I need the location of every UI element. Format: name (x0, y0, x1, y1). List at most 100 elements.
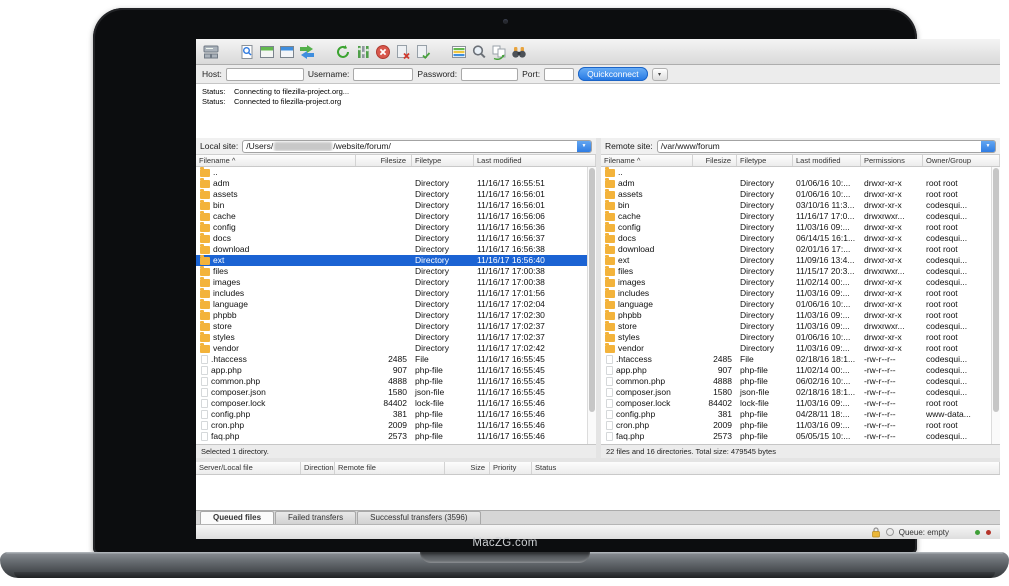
folder-row[interactable]: extDirectory11/09/16 13:4...drwxr-xr-xco… (601, 255, 991, 266)
cancel-icon[interactable] (373, 42, 393, 62)
folder-row[interactable]: binDirectory11/16/17 16:56:01 (196, 200, 587, 211)
folder-row[interactable]: filesDirectory11/15/17 20:3...drwxrwxr..… (601, 266, 991, 277)
quickconnect-dropdown-button[interactable] (652, 68, 668, 81)
column-header-priority[interactable]: Priority (490, 462, 532, 474)
folder-row[interactable]: binDirectory03/10/16 11:3...drwxr-xr-xco… (601, 200, 991, 211)
folder-row[interactable]: imagesDirectory11/02/14 00:...drwxr-xr-x… (601, 277, 991, 288)
folder-row[interactable]: stylesDirectory01/06/16 10:...drwxr-xr-x… (601, 332, 991, 343)
file-row[interactable]: cron.php2009php-file11/03/16 09:...-rw-r… (601, 420, 991, 431)
folder-row[interactable]: cacheDirectory11/16/17 16:56:06 (196, 211, 587, 222)
column-header-status[interactable]: Status (532, 462, 1000, 474)
folder-row[interactable]: docsDirectory06/14/15 16:1...drwxr-xr-xc… (601, 233, 991, 244)
column-header-filesize[interactable]: Filesize (356, 155, 412, 167)
message-log-icon[interactable] (237, 42, 257, 62)
file-row[interactable]: app.php907php-file11/02/14 00:...-rw-r--… (601, 365, 991, 376)
folder-row[interactable]: downloadDirectory11/16/17 16:56:38 (196, 244, 587, 255)
host-input[interactable] (226, 68, 304, 81)
folder-row[interactable]: assetsDirectory11/16/17 16:56:01 (196, 189, 587, 200)
folder-row[interactable]: extDirectory11/16/17 16:56:40 (196, 255, 587, 266)
folder-row[interactable]: phpbbDirectory11/03/16 09:...drwxr-xr-xr… (601, 310, 991, 321)
folder-row[interactable]: .. (196, 167, 587, 178)
username-input[interactable] (353, 68, 413, 81)
local-site-combobox[interactable]: /Users//website/forum/ (242, 140, 592, 153)
folder-row[interactable]: languageDirectory01/06/16 10:...drwxr-xr… (601, 299, 991, 310)
folder-row[interactable]: configDirectory11/16/17 16:56:36 (196, 222, 587, 233)
column-header-direction[interactable]: Direction (301, 462, 335, 474)
file-row[interactable]: app.php907php-file11/16/17 16:55:45 (196, 365, 587, 376)
file-row[interactable]: composer.json1580json-file11/16/17 16:55… (196, 387, 587, 398)
local-scrollbar[interactable] (587, 167, 596, 444)
file-row[interactable]: cron.php2009php-file11/16/17 16:55:46 (196, 420, 587, 431)
remote-tree-icon[interactable] (277, 42, 297, 62)
folder-row[interactable]: filesDirectory11/16/17 17:00:38 (196, 266, 587, 277)
filter-icon[interactable] (509, 42, 529, 62)
refresh-icon[interactable] (333, 42, 353, 62)
file-row[interactable]: faq.php2573php-file11/16/17 16:55:46 (196, 431, 587, 442)
folder-row[interactable]: phpbbDirectory11/16/17 17:02:30 (196, 310, 587, 321)
disconnect-icon[interactable] (393, 42, 413, 62)
reconnect-icon[interactable] (413, 42, 433, 62)
speed-limits-icon[interactable] (886, 528, 894, 536)
directory-comparison-icon[interactable] (449, 42, 469, 62)
process-queue-icon[interactable] (353, 42, 373, 62)
column-header-filename[interactable]: Filename ^ (196, 155, 356, 167)
column-header-filetype[interactable]: Filetype (412, 155, 474, 167)
remote-scrollbar[interactable] (991, 167, 1000, 444)
folder-row[interactable]: admDirectory01/06/16 10:...drwxr-xr-xroo… (601, 178, 991, 189)
folder-row[interactable]: includesDirectory11/16/17 17:01:56 (196, 288, 587, 299)
file-row[interactable]: config.php381php-file11/16/17 16:55:46 (196, 409, 587, 420)
filename: files (618, 266, 633, 277)
column-header-last-modified[interactable]: Last modified (793, 155, 861, 167)
folder-row[interactable]: storeDirectory11/16/17 17:02:37 (196, 321, 587, 332)
folder-row[interactable]: cacheDirectory11/16/17 17:0...drwxrwxr..… (601, 211, 991, 222)
folder-row[interactable]: admDirectory11/16/17 16:55:51 (196, 178, 587, 189)
folder-row[interactable]: assetsDirectory01/06/16 10:...drwxr-xr-x… (601, 189, 991, 200)
local-scrollbar-thumb[interactable] (589, 168, 595, 412)
site-manager-icon[interactable] (201, 42, 221, 62)
filename: vendor (618, 343, 644, 354)
file-row[interactable]: composer.json1580json-file02/18/16 18:1.… (601, 387, 991, 398)
file-row[interactable]: faq.php2573php-file05/05/15 10:...-rw-r-… (601, 431, 991, 442)
folder-row[interactable]: .. (601, 167, 991, 178)
port-input[interactable] (544, 68, 574, 81)
column-header-server-local-file[interactable]: Server/Local file (196, 462, 301, 474)
folder-row[interactable]: docsDirectory11/16/17 16:56:37 (196, 233, 587, 244)
folder-row[interactable]: vendorDirectory11/16/17 17:02:42 (196, 343, 587, 354)
column-header-permissions[interactable]: Permissions (861, 155, 923, 167)
folder-row[interactable]: storeDirectory11/03/16 09:...drwxrwxr...… (601, 321, 991, 332)
remote-site-combobox[interactable]: /var/www/forum (657, 140, 996, 153)
folder-row[interactable]: vendorDirectory11/03/16 09:...drwxr-xr-x… (601, 343, 991, 354)
remote-scrollbar-thumb[interactable] (993, 168, 999, 412)
folder-row[interactable]: configDirectory11/03/16 09:...drwxr-xr-x… (601, 222, 991, 233)
folder-row[interactable]: languageDirectory11/16/17 17:02:04 (196, 299, 587, 310)
file-row[interactable]: common.php4888php-file06/02/16 10:...-rw… (601, 376, 991, 387)
password-input[interactable] (461, 68, 518, 81)
synchronized-browsing-icon[interactable] (489, 42, 509, 62)
column-header-owner-group[interactable]: Owner/Group (923, 155, 1000, 167)
transfer-queue-icon[interactable] (297, 42, 317, 62)
column-header-last-modified[interactable]: Last modified (474, 155, 596, 167)
column-header-size[interactable]: Size (445, 462, 490, 474)
local-tree-icon[interactable] (257, 42, 277, 62)
quickconnect-button[interactable]: Quickconnect (578, 67, 648, 81)
tab-successful-transfers-3596[interactable]: Successful transfers (3596) (357, 511, 480, 524)
folder-row[interactable]: downloadDirectory02/01/16 17:...drwxr-xr… (601, 244, 991, 255)
file-row[interactable]: config.php381php-file04/28/11 18:...-rw-… (601, 409, 991, 420)
find-files-icon[interactable] (469, 42, 489, 62)
column-header-filetype[interactable]: Filetype (737, 155, 793, 167)
folder-row[interactable]: includesDirectory11/03/16 09:...drwxr-xr… (601, 288, 991, 299)
file-row[interactable]: composer.lock84402lock-file11/16/17 16:5… (196, 398, 587, 409)
column-header-remote-file[interactable]: Remote file (335, 462, 445, 474)
remote-site-dropdown-arrow-icon[interactable] (981, 140, 995, 153)
column-header-filesize[interactable]: Filesize (693, 155, 737, 167)
file-row[interactable]: common.php4888php-file11/16/17 16:55:45 (196, 376, 587, 387)
file-row[interactable]: .htaccess2485File02/18/16 18:1...-rw-r--… (601, 354, 991, 365)
tab-queued-files[interactable]: Queued files (200, 511, 274, 524)
column-header-filename[interactable]: Filename ^ (601, 155, 693, 167)
folder-row[interactable]: stylesDirectory11/16/17 17:02:37 (196, 332, 587, 343)
folder-row[interactable]: imagesDirectory11/16/17 17:00:38 (196, 277, 587, 288)
file-row[interactable]: composer.lock84402lock-file11/03/16 09:.… (601, 398, 991, 409)
tab-failed-transfers[interactable]: Failed transfers (275, 511, 356, 524)
local-site-dropdown-arrow-icon[interactable] (577, 140, 591, 153)
file-row[interactable]: .htaccess2485File11/16/17 16:55:45 (196, 354, 587, 365)
